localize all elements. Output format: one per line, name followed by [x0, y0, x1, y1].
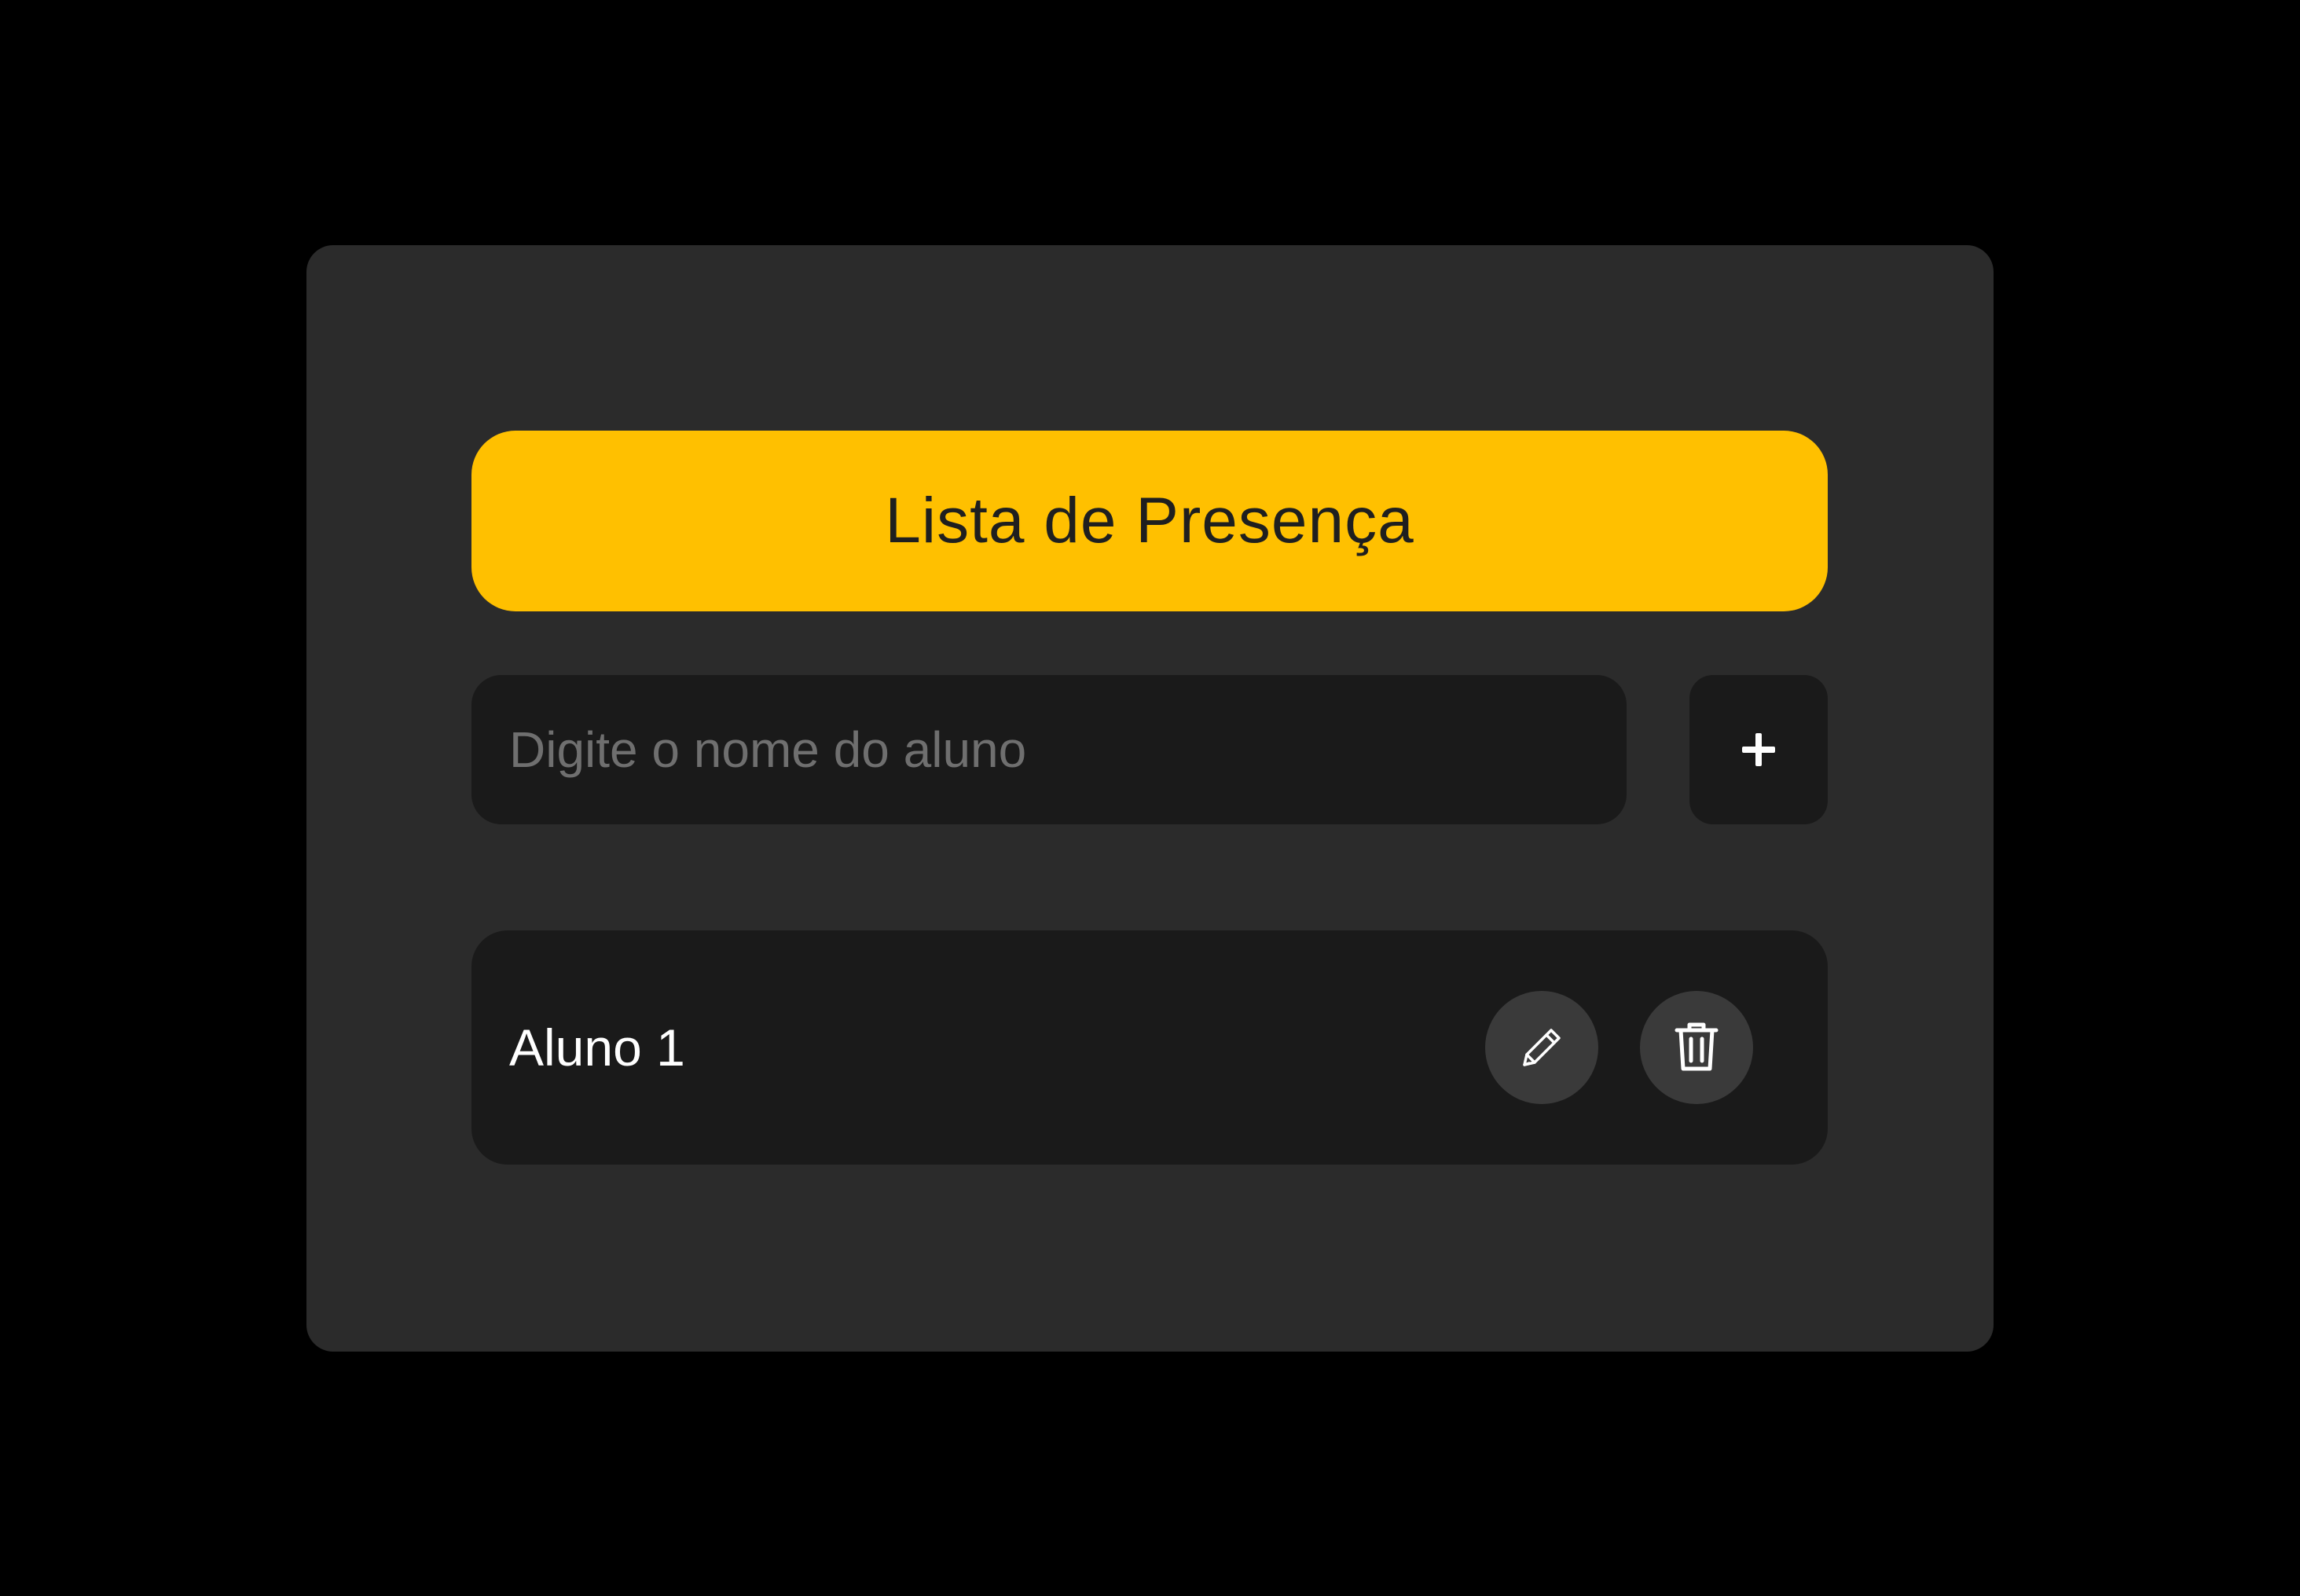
pencil-icon: [1517, 1022, 1567, 1073]
delete-student-button[interactable]: [1640, 991, 1753, 1104]
student-name: Aluno 1: [509, 1018, 685, 1077]
page-title: Lista de Presença: [885, 485, 1414, 556]
attendance-card: Lista de Presença Aluno 1: [306, 245, 1994, 1352]
plus-icon: [1741, 732, 1777, 768]
trash-icon: [1672, 1022, 1721, 1073]
add-student-button[interactable]: [1689, 675, 1828, 824]
edit-student-button[interactable]: [1485, 991, 1598, 1104]
student-name-input[interactable]: [471, 675, 1627, 824]
title-banner: Lista de Presença: [471, 431, 1828, 611]
list-item: Aluno 1: [471, 930, 1828, 1165]
